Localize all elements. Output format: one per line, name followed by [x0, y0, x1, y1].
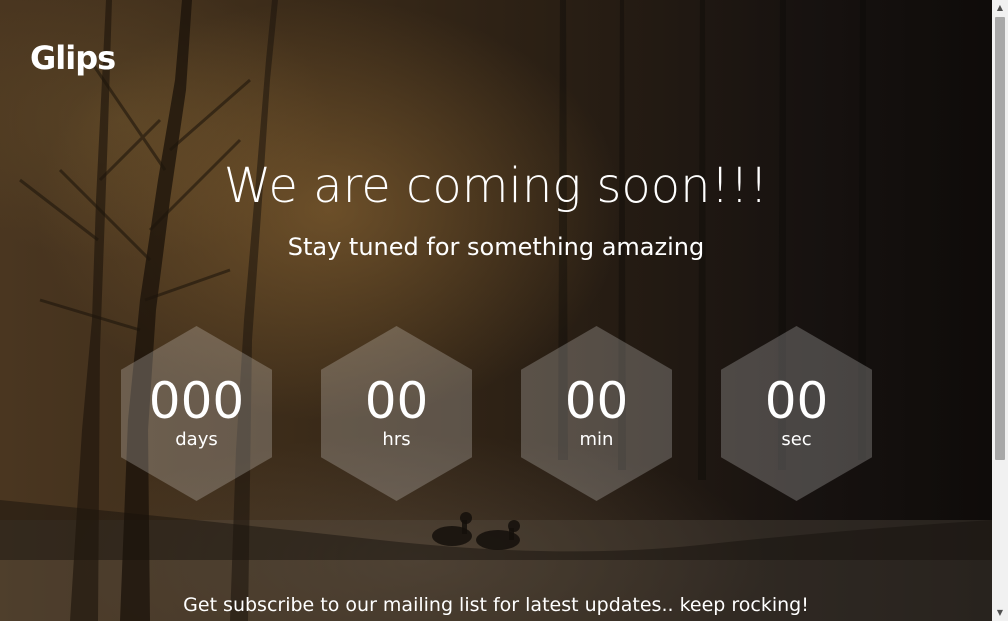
- triangle-up-icon[interactable]: ▲: [992, 0, 1008, 16]
- countdown-hours-hexagon: 00 hrs: [321, 326, 472, 501]
- countdown-seconds-hexagon: 00 sec: [721, 326, 872, 501]
- countdown-timer: 000 days 00 hrs 00 min 00 sec: [0, 326, 992, 501]
- countdown-minutes-label: min: [579, 429, 614, 450]
- countdown-seconds-value: 00: [764, 372, 829, 430]
- page-title: We are coming soon!!!: [223, 158, 769, 214]
- countdown-days-value: 000: [148, 372, 245, 430]
- countdown-hours-value: 00: [364, 372, 429, 430]
- triangle-down-icon[interactable]: ▼: [992, 605, 1008, 621]
- coming-soon-page: Glips We are coming soon!!! Stay tuned f…: [0, 0, 1008, 621]
- countdown-minutes-value: 00: [564, 372, 629, 430]
- vertical-scrollbar[interactable]: ▲ ▼: [992, 0, 1008, 621]
- countdown-hours-label: hrs: [382, 429, 411, 450]
- countdown-minutes-hexagon: 00 min: [521, 326, 672, 501]
- logo[interactable]: Glips: [30, 38, 116, 78]
- scrollbar-thumb[interactable]: [995, 17, 1005, 460]
- countdown-days-hexagon: 000 days: [121, 326, 272, 501]
- page-subtitle: Stay tuned for something amazing: [287, 233, 705, 261]
- mailing-list-text: Get subscribe to our mailing list for la…: [183, 594, 809, 616]
- forest-lake-background-image: [0, 0, 992, 621]
- countdown-days-label: days: [175, 429, 218, 450]
- countdown-seconds-label: sec: [781, 429, 812, 450]
